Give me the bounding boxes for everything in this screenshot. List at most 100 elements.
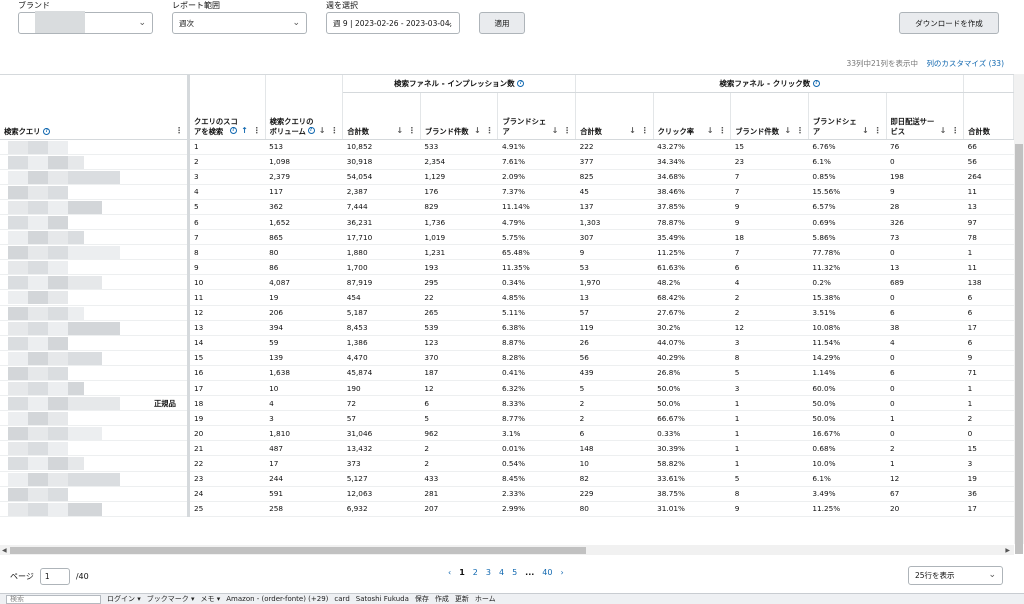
toolbar-item[interactable]: card xyxy=(334,595,349,603)
toolbar-item[interactable]: 保存 xyxy=(415,594,429,604)
query-cell[interactable] xyxy=(0,289,190,306)
query-cell[interactable] xyxy=(0,214,190,231)
query-cell[interactable] xyxy=(0,440,190,457)
query-cell[interactable] xyxy=(0,169,190,185)
horizontal-scroll-thumb[interactable] xyxy=(10,547,586,554)
table-row[interactable]: 6 1,652 36,231 1,736 4.79% 1,303 78.87% 9 0.69% 3… xyxy=(0,214,1014,231)
toolbar-item[interactable]: Amazon - (order-fonte) (+29) xyxy=(226,595,328,603)
sort-icon[interactable]: ? ↓ ⋮ xyxy=(307,126,339,135)
query-cell[interactable] xyxy=(0,501,190,517)
toolbar-search-input[interactable]: 検索 xyxy=(6,594,101,604)
header-score[interactable]: クエリのスコアを検索 ? ↑ ⋮ xyxy=(188,75,266,140)
table-row[interactable]: 24 591 12,063 281 2.33% 229 38.75% 8 3.49% 67 36 xyxy=(0,486,1014,502)
query-cell[interactable] xyxy=(0,335,190,351)
query-cell[interactable] xyxy=(0,365,190,382)
page-link[interactable]: 3 xyxy=(486,568,491,577)
header-clk-total[interactable]: 合計数 ↓ ⋮ xyxy=(575,92,654,140)
table-row[interactable]: 正規品 18 4 72 6 8.33% 2 50.0% 1 50.0% 0 1 xyxy=(0,395,1014,412)
table-row[interactable]: 8 80 1,880 1,231 65.48% 9 11.25% 7 77.78% 0 1 xyxy=(0,244,1014,261)
query-cell[interactable] xyxy=(0,410,190,427)
help-icon[interactable]: ? xyxy=(43,128,51,135)
page-link[interactable]: 2 xyxy=(473,568,478,577)
toolbar-item[interactable]: 作成 xyxy=(435,594,449,604)
brand-select[interactable]: ⌄ xyxy=(18,11,153,34)
query-cell[interactable] xyxy=(0,154,190,170)
next-page-icon[interactable]: › xyxy=(560,568,563,577)
toolbar-item[interactable]: 更新 xyxy=(455,594,469,604)
sort-asc-icon[interactable]: ? ↑ ⋮ xyxy=(230,126,261,135)
table-row[interactable]: 11 19 454 22 4.85% 13 68.42% 2 15.38% 0 6 xyxy=(0,289,1014,306)
column-menu-icon[interactable]: ⋮ xyxy=(175,126,184,135)
table-row[interactable]: 22 17 373 2 0.54% 10 58.82% 1 10.0% 1 3 xyxy=(0,455,1014,472)
table-row[interactable]: 19 3 57 5 8.77% 2 66.67% 1 50.0% 1 2 xyxy=(0,410,1014,427)
page-link[interactable]: 4 xyxy=(499,568,504,577)
table-row[interactable]: 21 487 13,432 2 0.01% 148 30.39% 1 0.68% 2 15 xyxy=(0,440,1014,457)
page-link[interactable]: 1 xyxy=(459,568,465,577)
page-input[interactable]: 1 xyxy=(39,568,70,585)
header-clk-rate[interactable]: クリック率 ↓ ⋮ xyxy=(653,92,732,140)
toolbar-item[interactable]: ホーム xyxy=(475,594,496,604)
query-cell[interactable] xyxy=(0,350,190,366)
table-row[interactable]: 23 244 5,127 433 8.45% 82 33.61% 5 6.1% 12 19 xyxy=(0,471,1014,487)
vertical-scrollbar[interactable] xyxy=(1014,74,1024,554)
query-cell[interactable] xyxy=(0,244,190,261)
query-cell[interactable] xyxy=(0,455,190,472)
header-volume[interactable]: 検索クエリのボリューム ? ↓ ⋮ xyxy=(265,75,344,140)
query-cell[interactable] xyxy=(0,486,190,502)
download-button[interactable]: ダウンロードを作成 xyxy=(899,12,999,34)
query-cell[interactable] xyxy=(0,199,190,215)
table-row[interactable]: 9 86 1,700 193 11.35% 53 61.63% 6 11.32% 13 11 xyxy=(0,259,1014,276)
table-row[interactable]: 17 10 190 12 6.32% 5 50.0% 3 60.0% 0 1 xyxy=(0,380,1014,397)
header-total-next[interactable]: 合計数 xyxy=(963,92,1014,140)
table-row[interactable]: 4 117 2,387 176 7.37% 45 38.46% 7 15.56% 9 11 xyxy=(0,184,1014,200)
query-cell[interactable] xyxy=(0,274,190,291)
help-icon[interactable]: ? xyxy=(517,80,525,88)
query-cell[interactable] xyxy=(0,320,190,336)
query-cell[interactable] xyxy=(0,229,190,246)
customize-columns-link[interactable]: 列のカスタマイズ (33) xyxy=(926,59,1004,68)
rows-per-page-select[interactable]: 25行を表示 ⌄ xyxy=(908,566,1003,585)
table-row[interactable]: 7 865 17,710 1,019 5.75% 307 35.49% 18 5.86% 73 78 xyxy=(0,229,1014,246)
query-cell[interactable] xyxy=(0,184,190,200)
query-cell[interactable] xyxy=(0,425,190,442)
table-row[interactable]: 15 139 4,470 370 8.28% 56 40.29% 8 14.29% 0 9 xyxy=(0,350,1014,366)
table-row[interactable]: 16 1,638 45,874 187 0.41% 439 26.8% 5 1.14% 6 71 xyxy=(0,365,1014,382)
scroll-left-icon[interactable]: ◀ xyxy=(2,547,7,554)
header-imp-brand-count[interactable]: ブランド件数 ↓ ⋮ xyxy=(420,92,499,140)
page-link[interactable]: 40 xyxy=(542,568,552,577)
table-row[interactable]: 5 362 7,444 829 11.14% 137 37.85% 9 6.57% 28 13 xyxy=(0,199,1014,215)
table-row[interactable]: 13 394 8,453 539 6.38% 119 30.2% 12 10.08% 38 17 xyxy=(0,320,1014,336)
table-row[interactable]: 10 4,087 87,919 295 0.34% 1,970 48.2% 4 0.2% 689 1… xyxy=(0,274,1014,291)
header-clk-brand-share[interactable]: ブランドシェア ↓ ⋮ xyxy=(808,92,887,140)
toolbar-item[interactable]: メモ ▾ xyxy=(201,594,221,604)
table-row[interactable]: 3 2,379 54,054 1,129 2.09% 825 34.68% 7 0.85% 198… xyxy=(0,169,1014,185)
header-imp-total[interactable]: 合計数 ↓ ⋮ xyxy=(342,92,421,140)
table-row[interactable]: 2 1,098 30,918 2,354 7.61% 377 34.34% 23 6.1% 0 56 xyxy=(0,154,1014,170)
table-row[interactable]: 20 1,810 31,046 962 3.1% 6 0.33% 1 16.67% 0 0 xyxy=(0,425,1014,442)
query-cell[interactable] xyxy=(0,380,190,397)
week-select[interactable]: 週 9 | 2023-02-26 - 2023-03-04, ⌄ xyxy=(326,12,460,34)
vertical-scroll-thumb[interactable] xyxy=(1015,144,1023,554)
query-cell[interactable] xyxy=(0,139,190,155)
page-link[interactable]: 5 xyxy=(512,568,517,577)
header-sameday[interactable]: 即日配送サービス ↓ ⋮ xyxy=(886,92,965,140)
table-row[interactable]: 12 206 5,187 265 5.11% 57 27.67% 2 3.51% 6 6 xyxy=(0,305,1014,321)
report-range-select[interactable]: 週次 ⌄ xyxy=(172,12,307,34)
header-imp-brand-share[interactable]: ブランドシェア ↓ ⋮ xyxy=(497,92,577,140)
table-row[interactable]: 14 59 1,386 123 8.87% 26 44.07% 3 11.54% 4 6 xyxy=(0,335,1014,351)
query-cell[interactable] xyxy=(0,305,190,321)
query-cell[interactable]: 正規品 xyxy=(0,395,190,412)
table-row[interactable]: 25 258 6,932 207 2.99% 80 31.01% 9 11.25% 20 17 xyxy=(0,501,1014,517)
toolbar-item[interactable]: ログイン ▾ xyxy=(107,594,141,604)
horizontal-scrollbar[interactable]: ◀ ▶ xyxy=(0,545,1014,555)
header-query[interactable]: 検索クエリ ? ⋮ xyxy=(0,75,190,140)
apply-button[interactable]: 適用 xyxy=(479,12,525,34)
table-row[interactable]: 1 513 10,852 533 4.91% 222 43.27% 15 6.76% 76 66 xyxy=(0,139,1014,155)
help-icon[interactable]: ? xyxy=(812,80,820,88)
query-cell[interactable] xyxy=(0,471,190,487)
header-clk-brand-count[interactable]: ブランド件数 ↓ ⋮ xyxy=(730,92,809,140)
scroll-right-icon[interactable]: ▶ xyxy=(1005,547,1010,554)
prev-page-icon[interactable]: ‹ xyxy=(448,568,451,577)
toolbar-item[interactable]: Satoshi Fukuda xyxy=(356,595,409,603)
query-cell[interactable] xyxy=(0,259,190,276)
